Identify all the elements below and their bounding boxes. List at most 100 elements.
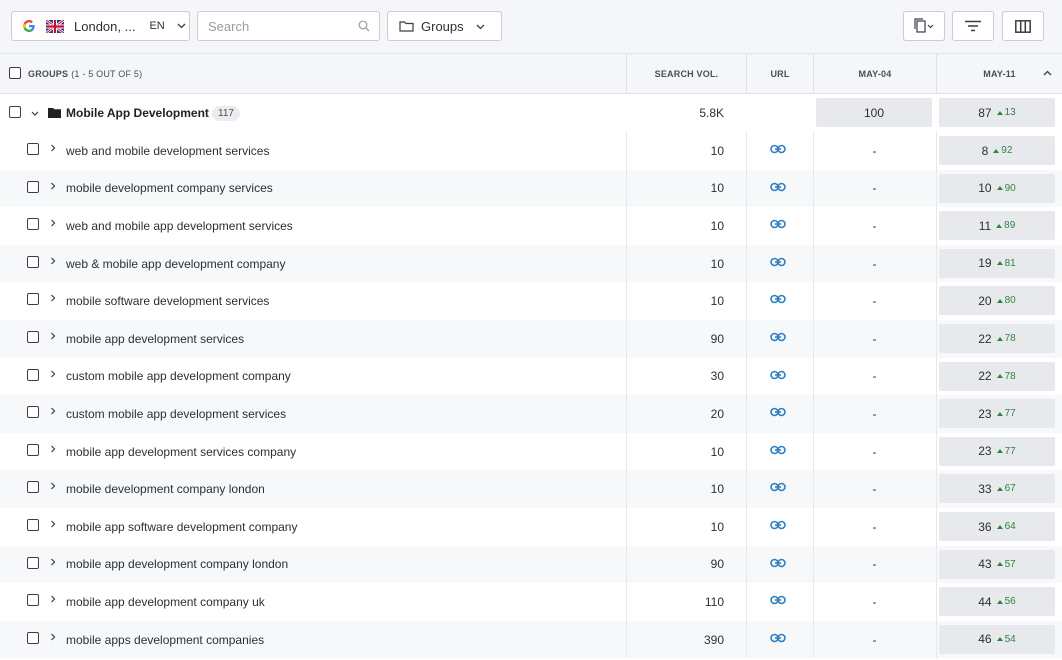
up-arrow-icon [996,637,1003,642]
link-icon[interactable] [770,257,786,267]
groups-column-header[interactable]: GROUPS (1 - 5 OUT OF 5) [0,54,626,94]
row-checkbox[interactable] [27,481,39,494]
copy-icon [914,18,934,33]
row-checkbox[interactable] [27,519,39,531]
row-checkbox[interactable] [27,556,39,569]
column-divider [746,583,747,621]
chevron-right-icon[interactable] [50,257,56,265]
row-checkbox[interactable] [27,255,39,268]
table-row[interactable]: mobile app software development company 1… [0,508,1062,546]
column-divider [936,244,937,283]
table-row[interactable]: mobile app development company uk 110 - 44 5… [0,583,1062,621]
table-row[interactable]: mobile app development services 90 - 22 78 [0,320,1062,358]
table-row[interactable]: web & mobile app development company 10 - 1… [0,244,1062,283]
chevron-right-icon[interactable] [50,595,56,603]
link-icon[interactable] [770,370,786,380]
link-icon[interactable] [770,595,786,605]
row-checkbox[interactable] [27,631,39,644]
link-icon[interactable] [770,445,786,455]
chevron-right-icon[interactable] [50,144,56,152]
table-row[interactable]: mobile software development services 10 - 2… [0,282,1062,320]
chevron-right-icon[interactable] [50,370,56,378]
row-checkbox[interactable] [27,443,39,456]
column-divider [936,207,937,245]
chevron-down-icon[interactable] [31,111,39,116]
table-row[interactable]: web and mobile development services 10 - 8 9… [0,132,1062,170]
up-arrow-icon [993,148,1000,153]
link-icon[interactable] [770,633,786,643]
search-placeholder: Search [208,18,250,34]
table-row[interactable]: mobile development company services 10 - 10… [0,169,1062,208]
chevron-right-icon[interactable] [50,182,56,190]
position-date2-value: 23 [978,444,992,459]
filter-button[interactable] [952,11,994,41]
link-icon[interactable] [770,144,786,154]
chevron-right-icon[interactable] [50,219,56,227]
position-date2-value: 22 [978,331,992,346]
search-volume-value: 390 [703,632,724,647]
chevron-right-icon[interactable] [50,294,56,302]
position-change: 80 [996,295,1016,306]
column-divider [936,470,937,508]
row-checkbox[interactable] [27,293,39,306]
row-checkbox[interactable] [27,218,39,231]
position-date2: 11 89 [939,211,1055,241]
position-change-value: 64 [1004,521,1016,532]
position-date1: - [872,444,877,459]
table-row[interactable]: mobile app development company london 90 -… [0,545,1062,584]
chevron-right-icon[interactable] [50,332,56,340]
row-checkbox[interactable] [27,368,39,381]
link-icon[interactable] [770,520,786,530]
group-checkbox[interactable] [9,106,21,118]
table-row[interactable]: mobile apps development companies 390 - 46 5… [0,620,1062,659]
link-icon[interactable] [770,294,786,304]
table-row[interactable]: mobile app development services company 1… [0,432,1062,471]
column-divider [746,432,747,471]
column-divider [746,470,747,508]
group-row[interactable]: Mobile App Development 117 5.8K 100 87 1… [0,94,1062,132]
row-checkbox[interactable] [27,594,39,607]
column-divider [936,432,937,471]
link-icon[interactable] [770,558,786,568]
link-icon[interactable] [770,482,786,492]
search-volume-column-header[interactable]: SEARCH VOL. [626,54,746,94]
table-row[interactable]: mobile development company london 10 - 33 67 [0,470,1062,508]
row-checkbox[interactable] [27,143,39,155]
row-checkbox[interactable] [27,180,39,193]
chevron-right-icon[interactable] [50,445,56,453]
row-checkbox[interactable] [27,406,39,419]
row-checkbox[interactable] [27,331,39,343]
position-change-value: 57 [1004,558,1016,570]
link-icon[interactable] [770,182,786,192]
link-icon[interactable] [770,332,786,342]
chevron-right-icon[interactable] [50,482,56,490]
date1-column-header[interactable]: MAY-04 [813,54,936,94]
position-change: 64 [996,521,1016,532]
column-divider [746,620,747,659]
group-keyword-count: 117 [212,106,240,121]
search-input[interactable]: Search [197,11,380,41]
filter-icon [965,20,981,32]
position-date2: 23 77 [939,436,1055,466]
link-icon[interactable] [770,407,786,417]
chevron-right-icon[interactable] [50,558,56,566]
chevron-up-icon[interactable] [1043,70,1052,76]
link-icon[interactable] [770,219,786,229]
keyword-text: web and mobile development services [66,143,270,158]
date2-column-header[interactable]: MAY-11 [936,54,1062,94]
table-row[interactable]: web and mobile app development services 1… [0,207,1062,245]
position-date1: - [872,143,877,158]
chevron-right-icon[interactable] [50,633,56,641]
table-row[interactable]: custom mobile app development company 30 -… [0,357,1062,396]
url-column-header[interactable]: URL [746,54,813,94]
position-change: 13 [996,107,1016,118]
copy-menu-button[interactable] [903,11,945,41]
chevron-right-icon[interactable] [50,407,56,415]
search-volume-value: 10 [710,218,724,233]
location-selector[interactable]: London, ... EN [11,11,190,41]
table-row[interactable]: custom mobile app development services 20… [0,395,1062,433]
groups-dropdown[interactable]: Groups [387,11,502,41]
chevron-right-icon[interactable] [50,520,56,528]
group-position-date1-value: 100 [863,105,885,120]
columns-button[interactable] [1002,11,1044,41]
